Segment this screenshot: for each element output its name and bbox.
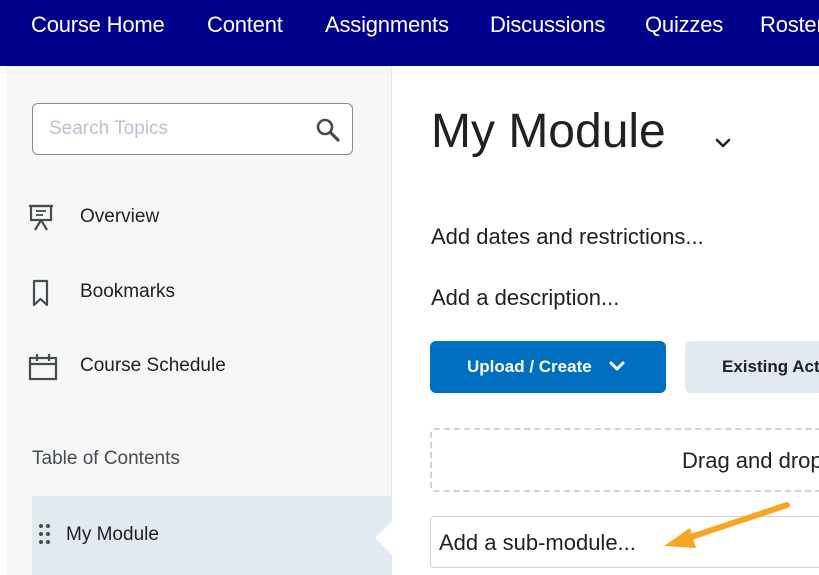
toc-item-label: My Module xyxy=(66,524,159,545)
add-description-link[interactable]: Add a description... xyxy=(431,285,619,311)
calendar-icon xyxy=(28,354,58,381)
existing-activities-button[interactable]: Existing Activities xyxy=(685,341,819,393)
annotation-arrow-icon xyxy=(664,502,790,548)
content-sidebar: Overview Bookmarks Course Schedule Table… xyxy=(7,66,392,575)
toc-heading: Table of Contents xyxy=(32,448,180,469)
search-topics-input[interactable] xyxy=(49,117,299,141)
nav-roster[interactable]: Roster xyxy=(760,12,819,38)
file-dropzone[interactable]: Drag and drop files here xyxy=(430,428,819,492)
sidebar-link-label: Overview xyxy=(80,206,160,227)
nav-quizzes[interactable]: Quizzes xyxy=(645,12,723,38)
toc-item-my-module[interactable]: My Module xyxy=(32,497,392,575)
drag-handle-icon[interactable] xyxy=(38,523,52,545)
nav-discussions[interactable]: Discussions xyxy=(490,12,605,38)
dropzone-label: Drag and drop files here xyxy=(682,448,819,473)
upload-create-button[interactable]: Upload / Create xyxy=(430,341,666,393)
module-title[interactable]: My Module xyxy=(431,104,666,159)
bookmark-icon xyxy=(32,279,49,307)
sidebar-link-course-schedule[interactable]: Course Schedule xyxy=(27,352,327,382)
search-topics-box[interactable] xyxy=(32,103,353,155)
add-dates-link[interactable]: Add dates and restrictions... xyxy=(431,224,704,250)
sidebar-link-label: Course Schedule xyxy=(80,355,226,376)
add-submodule-label: Add a sub-module... xyxy=(439,530,636,555)
chevron-down-icon xyxy=(609,361,625,371)
course-navbar: Course Home Content Assignments Discussi… xyxy=(0,0,819,66)
selection-notch xyxy=(375,520,393,556)
search-icon[interactable] xyxy=(315,117,341,143)
chevron-down-icon[interactable] xyxy=(713,136,733,150)
upload-create-label: Upload / Create xyxy=(467,357,592,376)
sidebar-link-label: Bookmarks xyxy=(80,281,176,302)
sidebar-link-overview[interactable]: Overview xyxy=(27,203,327,233)
nav-course-home[interactable]: Course Home xyxy=(31,12,165,38)
module-content: My Module Add dates and restrictions... … xyxy=(393,66,819,575)
sidebar-link-bookmarks[interactable]: Bookmarks xyxy=(27,278,327,308)
presentation-icon xyxy=(29,204,53,231)
nav-assignments[interactable]: Assignments xyxy=(325,12,449,38)
nav-content[interactable]: Content xyxy=(207,12,283,38)
existing-activities-label: Existing Activities xyxy=(722,357,819,376)
